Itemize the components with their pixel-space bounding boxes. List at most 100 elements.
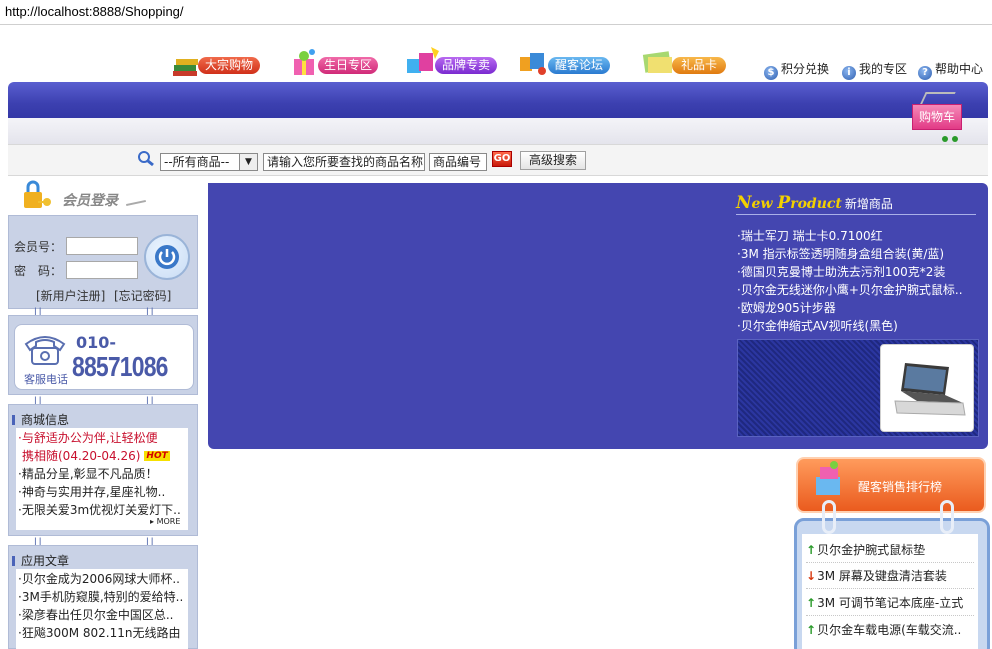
trend-down-icon: ↓ xyxy=(806,569,817,583)
help-icon: ? xyxy=(918,66,932,80)
gift-card-icon xyxy=(642,51,672,73)
new-product-item[interactable]: ·瑞士军刀 瑞士卡0.7100红 xyxy=(737,227,883,245)
forgot-password-link[interactable]: [忘记密码] xyxy=(114,287,171,304)
ranking-item-text: 3M 可调节笔记本底座-立式 xyxy=(817,596,964,610)
ranking-item-text: 3M 屏幕及键盘清洁套装 xyxy=(817,569,947,583)
ranking-item[interactable]: ↑贝尔金车载电源(车载交流.. xyxy=(806,621,961,639)
category-select[interactable]: --所有商品-- ▼ xyxy=(160,153,258,171)
new-products-title: New Product 新增商品 xyxy=(736,193,976,215)
nav-gift-card[interactable]: 礼品卡 xyxy=(642,45,728,79)
article-item-text: 梁彦春出任贝尔金中国区总.. xyxy=(21,608,174,622)
shopping-cart-button[interactable]: 购物车 xyxy=(910,92,970,144)
news-item-text: 精品分呈,彰显不凡品质！ xyxy=(21,467,158,481)
ranking-item[interactable]: ↑贝尔金护腕式鼠标垫 xyxy=(806,541,925,559)
sub-header-bar xyxy=(8,118,988,144)
ranking-item-text: 贝尔金车载电源(车载交流.. xyxy=(817,623,962,637)
new-product-text: 贝尔金无线迷你小鹰+贝尔金护腕式鼠标.. xyxy=(740,283,963,297)
divider xyxy=(806,588,974,589)
ranking-item[interactable]: ↑3M 可调节笔记本底座-立式 xyxy=(806,594,963,612)
featured-product-image[interactable] xyxy=(880,344,974,432)
gift-stack-icon xyxy=(816,461,840,495)
binder-clip xyxy=(940,500,954,534)
nav-forum-label: 醒客论坛 xyxy=(548,57,610,74)
points-icon: $ xyxy=(764,66,778,80)
member-id-input[interactable] xyxy=(66,237,138,255)
new-product-logo: New Product xyxy=(736,193,842,213)
new-product-item[interactable]: ·德国贝克曼博士助洗去污剂100克*2装 xyxy=(737,263,945,281)
trend-up-icon: ↑ xyxy=(806,623,817,637)
gift-box-icon xyxy=(294,49,315,75)
trend-up-icon: ↑ xyxy=(806,596,817,610)
product-code-input[interactable]: 商品编号 xyxy=(429,153,487,171)
go-button[interactable]: GO xyxy=(492,151,512,167)
link-my-zone-label: 我的专区 xyxy=(859,62,908,76)
new-product-item[interactable]: ·贝尔金无线迷你小鹰+贝尔金护腕式鼠标.. xyxy=(737,281,963,299)
new-product-text: 德国贝克曼博士助洗去污剂100克*2装 xyxy=(740,265,946,279)
news-item[interactable]: ·与舒适办公为伴,让轻松便 xyxy=(18,429,158,447)
article-item[interactable]: ·狂飚300M 802.11n无线路由 xyxy=(18,624,181,642)
divider xyxy=(806,562,974,563)
news-item-continued[interactable]: 携相随(04.20-04.26) HOT xyxy=(22,447,170,465)
password-label: 密 码： xyxy=(14,264,63,278)
product-name-input[interactable]: 请输入您所要查找的商品名称 xyxy=(263,153,425,171)
articles-title: 应用文章 xyxy=(12,552,69,569)
article-item[interactable]: ·梁彦春出任贝尔金中国区总.. xyxy=(18,606,173,624)
telephone-icon xyxy=(24,336,66,365)
chevron-down-icon: ▼ xyxy=(239,154,257,170)
nav-forum[interactable]: 醒客论坛 xyxy=(518,45,612,79)
chat-people-icon xyxy=(520,53,546,75)
cart-label: 购物车 xyxy=(919,110,956,124)
member-label: 会员号： xyxy=(14,240,63,254)
trend-up-icon: ↑ xyxy=(806,543,817,557)
link-points-exchange-label: 积分兑换 xyxy=(781,62,830,76)
category-select-value: --所有商品-- xyxy=(164,155,230,169)
link-help-center-label: 帮助中心 xyxy=(935,62,984,76)
article-item-text: 贝尔金成为2006网球大师杯.. xyxy=(21,572,180,586)
nav-birthday-label: 生日专区 xyxy=(318,57,378,74)
url-text: http://localhost:8888/Shopping/ xyxy=(5,4,184,19)
link-my-zone[interactable]: i 我的专区 xyxy=(842,60,908,80)
link-help-center[interactable]: ? 帮助中心 xyxy=(918,60,984,80)
new-products-title-cn: 新增商品 xyxy=(844,197,893,211)
new-product-item[interactable]: ·贝尔金伸缩式AV视听线(黑色) xyxy=(737,317,898,335)
login-header: 会员登录 xyxy=(8,178,198,214)
new-product-item[interactable]: ·欧姆龙905计步器 xyxy=(737,299,836,317)
news-item-text: 无限关爱3m优视灯关爱灯下.. xyxy=(21,503,181,517)
sales-ranking-title: 醒客销售排行榜 xyxy=(858,480,943,494)
news-item-text: 神奇与实用并存,星座礼物.. xyxy=(21,485,166,499)
nav-birthday[interactable]: 生日专区 xyxy=(288,45,382,79)
news-more-link[interactable]: ▸ MORE xyxy=(150,517,180,526)
phone-prefix: 010- xyxy=(76,333,117,352)
new-product-item[interactable]: ·3M 指示标签透明随身盒组合装(黄/蓝) xyxy=(737,245,944,263)
cart-icon: 购物车 xyxy=(912,104,962,130)
login-button[interactable] xyxy=(144,234,190,280)
link-points-exchange[interactable]: $ 积分兑换 xyxy=(764,60,830,80)
new-product-text: 3M 指示标签透明随身盒组合装(黄/蓝) xyxy=(740,247,945,261)
password-input[interactable] xyxy=(66,261,138,279)
nav-bulk-shopping[interactable]: 大宗购物 xyxy=(172,45,264,79)
advanced-search-button[interactable]: 高级搜索 xyxy=(520,151,586,170)
news-item[interactable]: ·精品分呈,彰显不凡品质！ xyxy=(18,465,158,483)
title-swoosh xyxy=(126,199,146,207)
new-product-text: 贝尔金伸缩式AV视听线(黑色) xyxy=(740,319,898,333)
article-item[interactable]: ·3M手机防窥膜,特别的爱给特.. xyxy=(18,588,183,606)
cart-wheel xyxy=(942,136,948,142)
laptop-icon xyxy=(894,363,966,416)
cart-wheel xyxy=(952,136,958,142)
news-title: 商城信息 xyxy=(12,411,69,428)
nav-gift-card-label: 礼品卡 xyxy=(672,57,726,74)
ranking-item[interactable]: ↓3M 屏幕及键盘清洁套装 xyxy=(806,567,947,585)
address-bar[interactable]: http://localhost:8888/Shopping/ xyxy=(0,0,992,25)
news-item[interactable]: ·神奇与实用并存,星座礼物.. xyxy=(18,483,165,501)
nav-brand[interactable]: 品牌专卖 xyxy=(405,45,497,79)
nav-brand-label: 品牌专卖 xyxy=(435,57,497,74)
new-product-text: 瑞士军刀 瑞士卡0.7100红 xyxy=(740,229,883,243)
register-link[interactable]: [新用户注册] xyxy=(36,287,105,304)
article-item[interactable]: ·贝尔金成为2006网球大师杯.. xyxy=(18,570,180,588)
binder-clip xyxy=(822,500,836,534)
article-item-text: 狂飚300M 802.11n无线路由 xyxy=(21,626,181,640)
news-item-text: 携相随(04.20-04.26) xyxy=(22,449,141,463)
new-product-text: 欧姆龙905计步器 xyxy=(740,301,836,315)
login-title: 会员登录 xyxy=(62,193,118,209)
article-item-text: 3M手机防窥膜,特别的爱给特.. xyxy=(21,590,184,604)
